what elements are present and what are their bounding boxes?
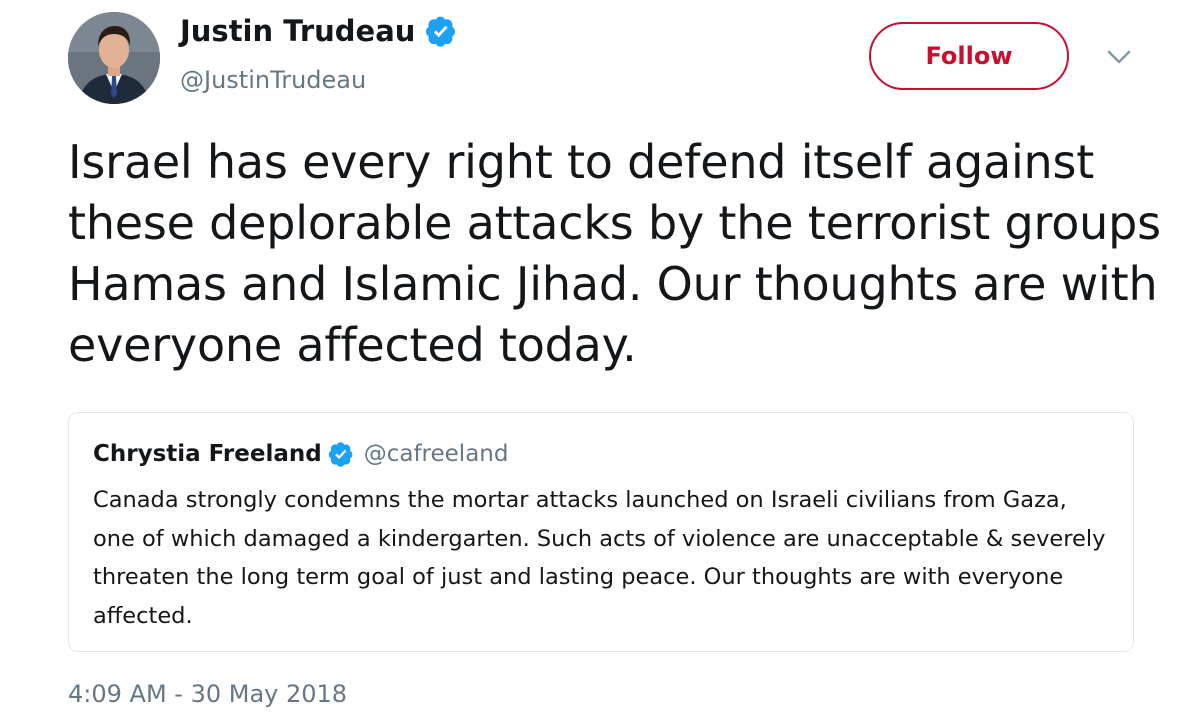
avatar[interactable] <box>68 12 160 104</box>
quoted-tweet-header: Chrystia Freeland @cafreeland <box>93 441 508 467</box>
tweet-text: Israel has every right to defend itself … <box>68 135 1161 372</box>
quoted-tweet-text: Canada strongly condemns the mortar atta… <box>93 487 1106 629</box>
quoted-tweet[interactable]: Chrystia Freeland @cafreeland Canada str… <box>68 412 1134 652</box>
verified-badge-icon <box>425 15 457 47</box>
author-name[interactable]: Justin Trudeau <box>180 14 457 48</box>
verified-badge-icon <box>328 441 354 467</box>
author-handle[interactable]: @JustinTrudeau <box>180 66 366 94</box>
author-name-text: Justin Trudeau <box>180 14 416 48</box>
quoted-author-name: Chrystia Freeland <box>93 441 322 467</box>
follow-button[interactable]: Follow <box>869 22 1069 90</box>
chevron-down-icon[interactable] <box>1104 46 1134 68</box>
tweet-card: Justin Trudeau @JustinTrudeau Follow Isr… <box>0 0 1200 726</box>
quoted-author-handle: @cafreeland <box>363 441 509 467</box>
tweet-timestamp[interactable]: 4:09 AM - 30 May 2018 <box>68 680 347 708</box>
